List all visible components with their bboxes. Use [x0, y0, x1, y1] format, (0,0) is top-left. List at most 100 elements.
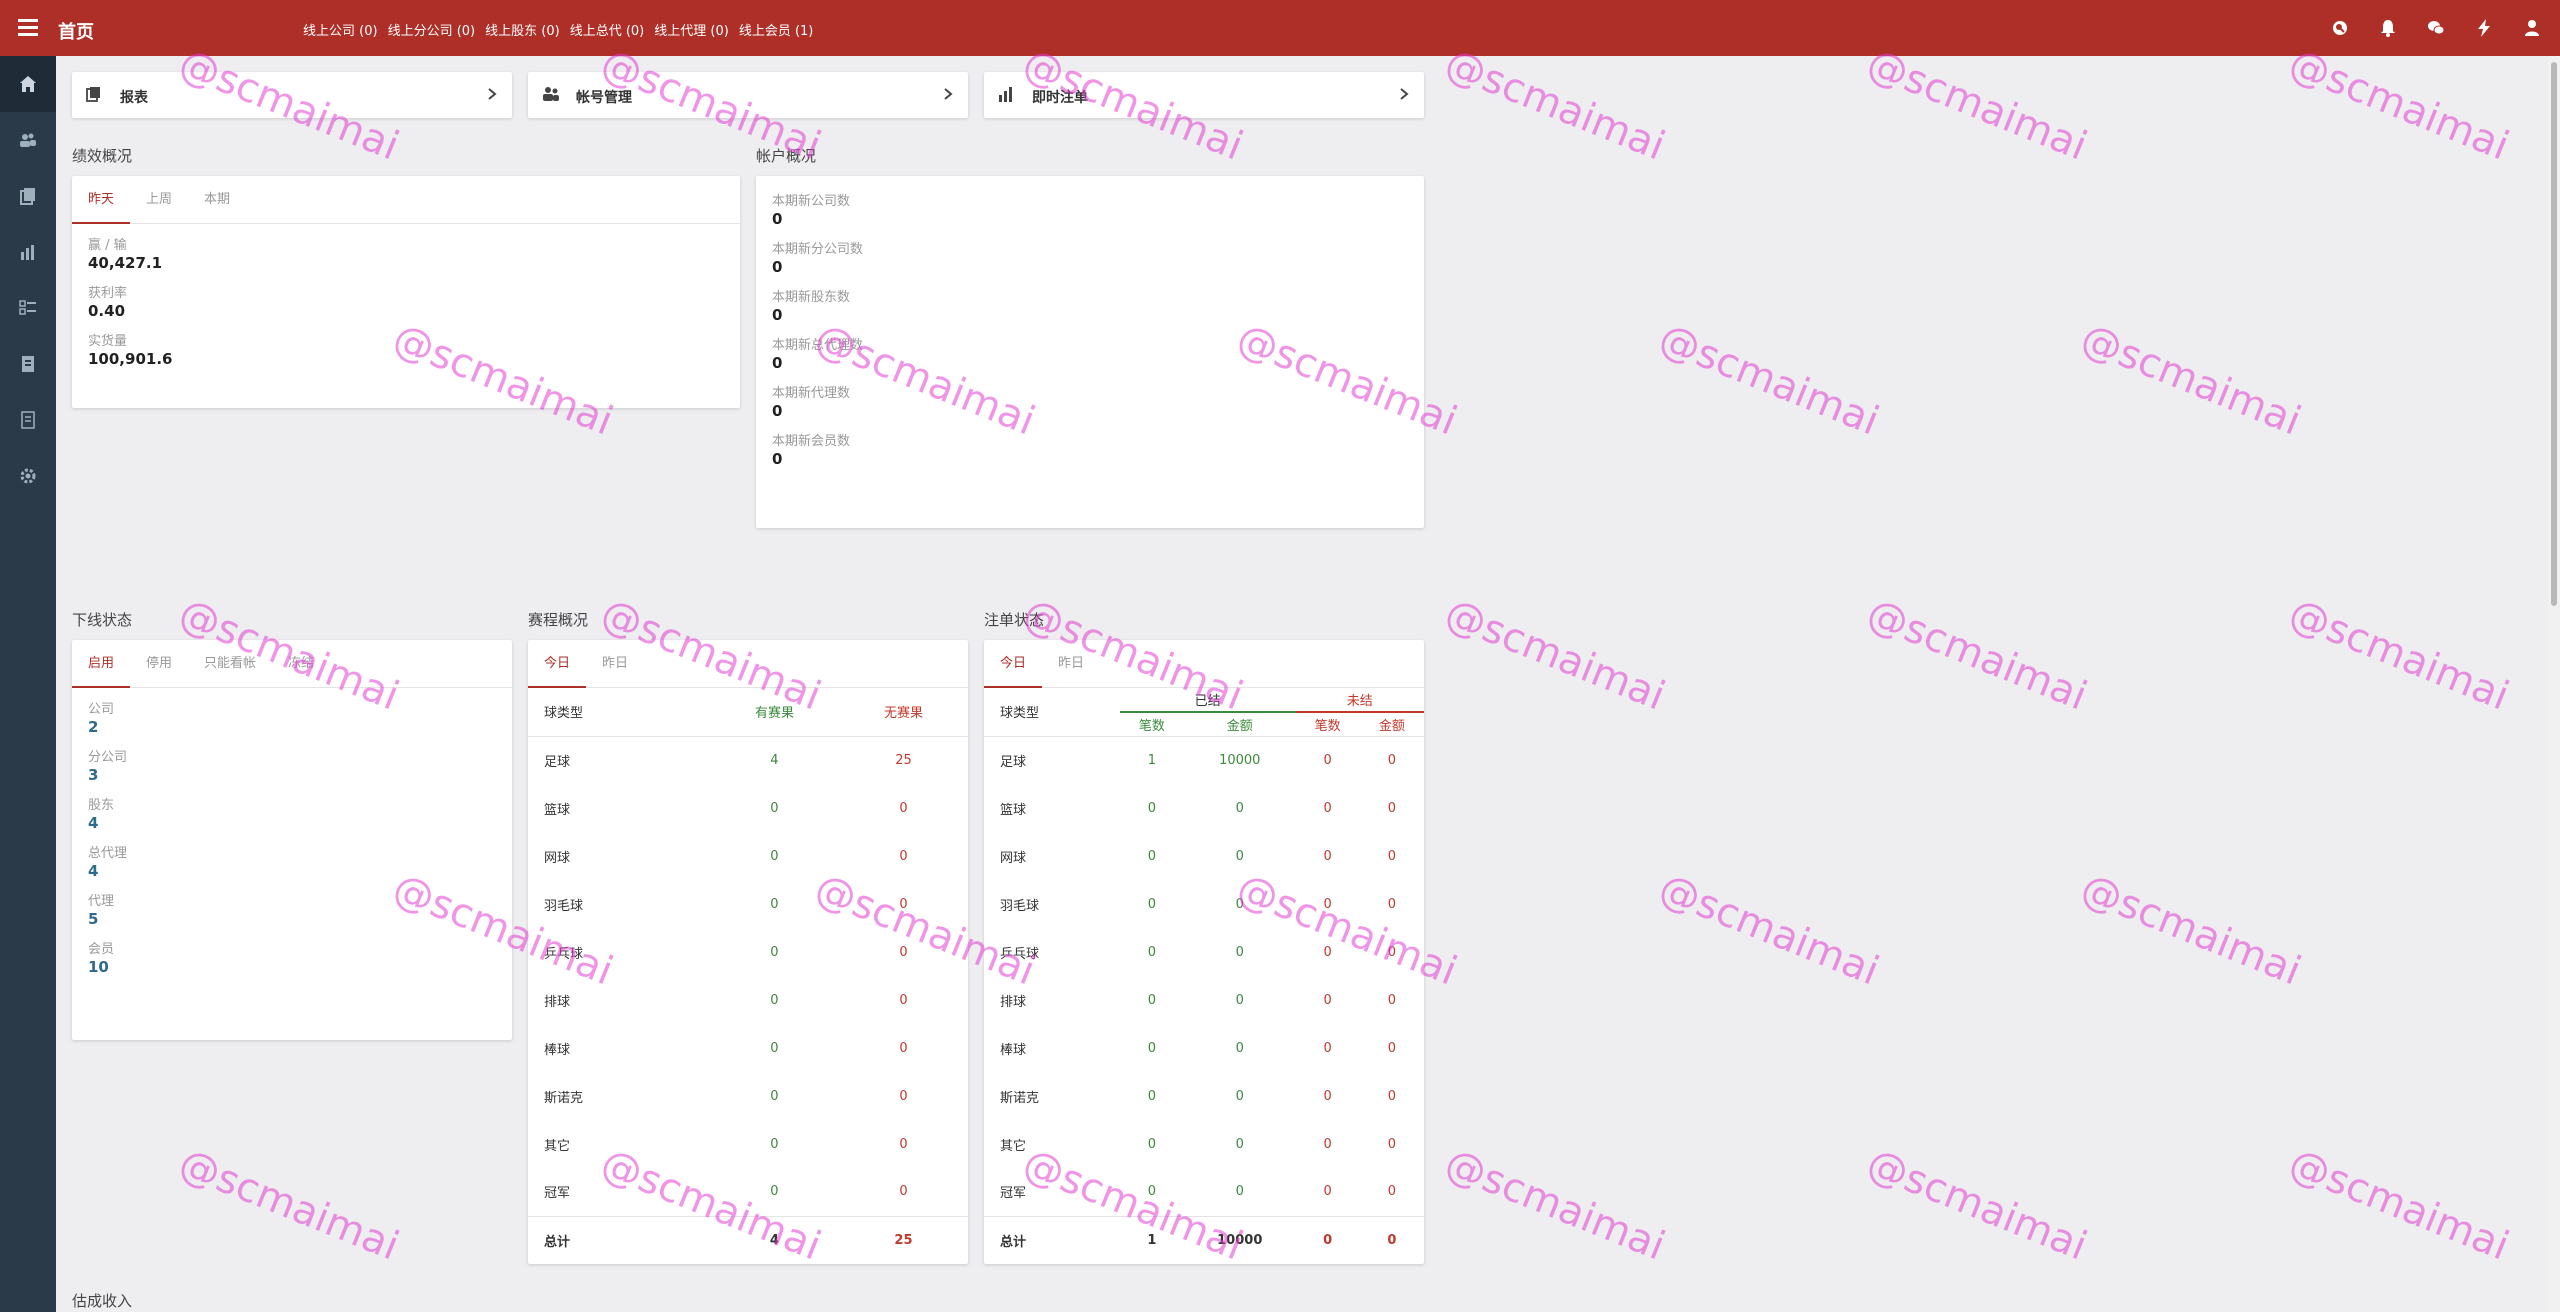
sport-type-cell: 排球	[1000, 994, 1027, 1010]
search-icon[interactable]	[2328, 16, 2352, 40]
settled-count-cell: 1	[1147, 752, 1156, 768]
sport-type-cell: 斯诺克	[544, 1090, 584, 1106]
chevron-right-icon	[1398, 86, 1410, 106]
tab-yesterday[interactable]: 昨天	[72, 176, 131, 224]
unsettled-amount-cell: 0	[1387, 752, 1397, 768]
quick-link-label: 即时注单	[1032, 90, 1088, 106]
online-agents[interactable]: 线上代理 (0)	[654, 20, 729, 39]
no-result-cell: 25	[895, 752, 912, 768]
notes-icon[interactable]	[0, 392, 56, 448]
settled-count-cell: 0	[1147, 1088, 1156, 1104]
with-result-cell: 0	[770, 992, 779, 1008]
watermark: @scmaimai	[2074, 865, 2308, 995]
unsettled-amount-cell: 0	[1387, 1136, 1397, 1152]
total-with-result: 4	[709, 1215, 839, 1264]
vertical-scrollbar[interactable]	[2548, 56, 2560, 1312]
sport-type-cell: 斯诺克	[1000, 1090, 1040, 1106]
tab-today[interactable]: 今日	[528, 640, 587, 688]
downline-card: 启用 停用 只能看帐 冻结 公司 2 分公司 3 股东 4 总代理 4 代理 5…	[72, 640, 512, 1040]
quick-link-label: 报表	[120, 90, 148, 106]
downline-tabs: 启用 停用 只能看帐 冻结	[72, 640, 512, 688]
tab-enabled[interactable]: 启用	[72, 640, 131, 688]
settings-icon[interactable]	[0, 448, 56, 504]
table-row: 篮球 0 0	[528, 784, 968, 832]
tab-view-only[interactable]: 只能看帐	[188, 640, 272, 687]
no-result-cell: 0	[899, 1184, 908, 1200]
reports-icon[interactable]	[0, 168, 56, 224]
lightning-icon[interactable]	[2472, 16, 2496, 40]
performance-title: 绩效概况	[72, 147, 133, 165]
list-icon[interactable]	[0, 280, 56, 336]
settled-amount-cell: 0	[1235, 1184, 1244, 1200]
settled-amount-cell: 0	[1235, 1088, 1244, 1104]
sport-type-cell: 网球	[544, 850, 571, 866]
no-result-cell: 0	[899, 992, 908, 1008]
scrollbar-thumb[interactable]	[2551, 62, 2557, 606]
watermark: @scmaimai	[1438, 40, 1672, 170]
col-sport-type: 球类型	[984, 688, 1120, 737]
online-companies[interactable]: 线上公司 (0)	[303, 20, 378, 39]
turnover-value: 100,901.6	[88, 350, 173, 368]
document-icon[interactable]	[0, 336, 56, 392]
tab-disabled[interactable]: 停用	[130, 640, 188, 687]
online-shareholders[interactable]: 线上股东 (0)	[485, 20, 560, 39]
unsettled-count-cell: 0	[1323, 1136, 1332, 1152]
companies-count[interactable]: 2	[88, 718, 496, 736]
col-sport-type: 球类型	[528, 688, 710, 737]
table-row: 排球 0 0 0 0	[984, 976, 1424, 1024]
accounts-icon[interactable]	[0, 112, 56, 168]
online-branches[interactable]: 线上分公司 (0)	[388, 20, 476, 39]
col-with-result: 有赛果	[709, 688, 839, 737]
no-result-cell: 0	[899, 944, 908, 960]
bell-icon[interactable]	[2376, 16, 2400, 40]
settled-count-cell: 0	[1147, 800, 1156, 816]
branches-count[interactable]: 3	[88, 766, 496, 784]
win-loss-label: 赢 / 输	[88, 238, 127, 253]
online-members[interactable]: 线上会员 (1)	[739, 20, 814, 39]
chart-icon[interactable]	[0, 224, 56, 280]
sport-type-cell: 冠军	[1000, 1186, 1027, 1202]
sport-type-cell: 冠军	[544, 1186, 571, 1202]
tab-yesterday[interactable]: 昨日	[586, 640, 644, 687]
tab-yesterday[interactable]: 昨日	[1042, 640, 1100, 687]
sport-type-cell: 排球	[544, 994, 571, 1010]
agents-count[interactable]: 5	[88, 910, 496, 928]
quick-link-accounts[interactable]: 帐号管理	[528, 72, 968, 118]
settled-count-cell: 0	[1147, 944, 1156, 960]
menu-icon[interactable]	[16, 16, 40, 40]
bets-tabs: 今日 昨日	[984, 640, 1424, 688]
accounts-card: 本期新公司数 0 本期新分公司数 0 本期新股东数 0 本期新总代理数 0 本期…	[756, 176, 1424, 528]
online-stats: 线上公司 (0) 线上分公司 (0) 线上股东 (0) 线上总代 (0) 线上代…	[303, 20, 813, 39]
sport-type-cell: 足球	[544, 754, 571, 770]
quick-link-live-bets[interactable]: 即时注单	[984, 72, 1424, 118]
bets-table: 球类型 已结 未结 笔数 金额 笔数 金额 足球 1 10000 0 0 篮球 0 0 0 0 网球…	[984, 688, 1424, 1264]
user-icon[interactable]	[2520, 16, 2544, 40]
settled-count-cell: 0	[1147, 848, 1156, 864]
chat-icon[interactable]	[2424, 16, 2448, 40]
settled-amount-cell: 0	[1235, 1136, 1244, 1152]
home-icon[interactable]	[0, 56, 56, 112]
tab-today[interactable]: 今日	[984, 640, 1043, 688]
quick-link-reports[interactable]: 报表	[72, 72, 512, 118]
online-general-agents[interactable]: 线上总代 (0)	[570, 20, 645, 39]
settled-count-cell: 0	[1147, 1136, 1156, 1152]
members-count[interactable]: 10	[88, 958, 496, 976]
sport-type-cell: 羽毛球	[544, 898, 584, 914]
watermark: @scmaimai	[1860, 1140, 2094, 1270]
shareholders-count[interactable]: 4	[88, 814, 496, 832]
general-agents-count[interactable]: 4	[88, 862, 496, 880]
tab-last-week[interactable]: 上周	[130, 176, 188, 223]
events-tabs: 今日 昨日	[528, 640, 968, 688]
sport-type-cell: 篮球	[1000, 802, 1027, 818]
unsettled-count-cell: 0	[1323, 896, 1332, 912]
tab-current-period[interactable]: 本期	[188, 176, 246, 223]
tab-frozen[interactable]: 冻结	[272, 640, 330, 687]
table-row: 棒球 0 0 0 0	[984, 1024, 1424, 1072]
sport-type-cell: 网球	[1000, 850, 1027, 866]
col-unsettled-count: 笔数	[1295, 712, 1360, 737]
table-row: 足球 4 25	[528, 736, 968, 784]
watermark: @scmaimai	[2282, 40, 2516, 170]
table-row: 乒乓球 0 0	[528, 928, 968, 976]
total-label: 总计	[528, 1215, 710, 1264]
new-agents-label: 本期新代理数	[772, 386, 851, 401]
